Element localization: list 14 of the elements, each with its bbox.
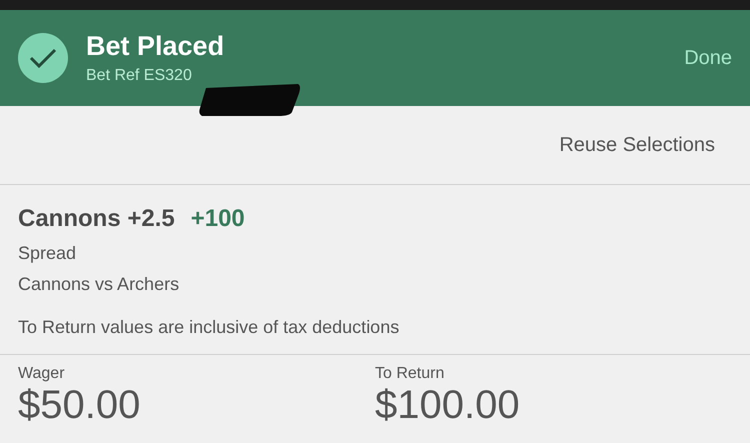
checkmark-icon — [18, 33, 68, 83]
tax-note: To Return values are inclusive of tax deductions — [18, 317, 400, 338]
total-amount: $100.00 — [375, 383, 521, 428]
total-amount: $50.00 — [18, 383, 142, 428]
done-button[interactable]: Done — [684, 46, 732, 70]
header-title: Bet Placed — [86, 31, 226, 62]
event-name: Cannons vs Archers — [18, 274, 180, 295]
reuse-selections-button[interactable]: Reuse Selections — [559, 134, 715, 156]
odds: +100 — [190, 205, 245, 233]
market-name: Spread — [18, 243, 78, 264]
total-label: To Return — [375, 365, 446, 383]
selection-name: Cannons +2.5 — [18, 205, 175, 233]
bet-reference: Bet Ref ES320 — [86, 67, 193, 85]
total-label: Wager — [18, 365, 66, 383]
